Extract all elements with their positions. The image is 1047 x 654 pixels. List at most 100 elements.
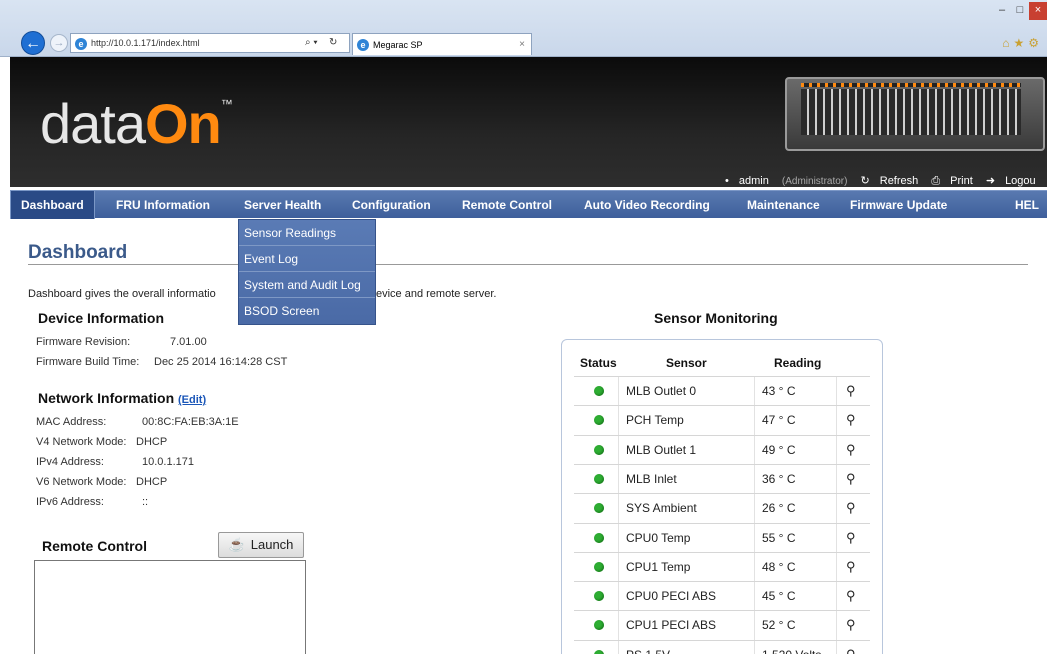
sensor-row: CPU1 Temp 48 ° C ⚲: [574, 551, 870, 582]
nav-maintenance[interactable]: Maintenance: [737, 191, 830, 219]
menu-event-log[interactable]: Event Log: [239, 246, 375, 272]
status-ok-icon: [594, 620, 604, 631]
browser-chrome: ← → e http://10.0.1.171/index.html ⌕ ▾ ↻…: [0, 0, 1047, 57]
sensor-reading: 45 ° C: [762, 589, 796, 604]
mac-row: MAC Address: 00:8C:FA:EB:3A:1E: [36, 416, 336, 428]
logout-icon[interactable]: ➜: [986, 175, 995, 187]
close-button[interactable]: ×: [1029, 2, 1047, 20]
nav-configuration[interactable]: Configuration: [342, 191, 441, 219]
tab-title: Megarac SP: [373, 40, 423, 50]
menu-system-audit-log[interactable]: System and Audit Log: [239, 272, 375, 298]
launch-button[interactable]: ☕ Launch: [218, 532, 304, 558]
address-bar[interactable]: e http://10.0.1.171/index.html ⌕ ▾ ↻: [70, 33, 350, 53]
sensor-panel: Status Sensor Reading MLB Outlet 0 43 ° C…: [561, 339, 883, 654]
sensor-reading: 52 ° C: [762, 618, 796, 633]
mac-label: MAC Address:: [36, 416, 107, 428]
sensor-reading: 47 ° C: [762, 413, 796, 428]
sensor-row: CPU0 Temp 55 ° C ⚲: [574, 522, 870, 553]
window-controls: – □ ×: [993, 0, 1047, 20]
nav-dashboard[interactable]: Dashboard: [10, 191, 95, 219]
status-ok-icon: [594, 444, 604, 455]
v4-mode-label: V4 Network Mode:: [36, 436, 127, 448]
v6-mode-label: V6 Network Mode:: [36, 476, 127, 488]
firmware-revision-row: Firmware Revision: 7.01.00: [36, 336, 336, 348]
sensor-name: MLB Inlet: [626, 471, 677, 486]
sensor-row: SYS Ambient 26 ° C ⚲: [574, 493, 870, 524]
back-arrow-icon[interactable]: ←: [21, 31, 45, 55]
magnify-icon[interactable]: ⚲: [846, 524, 856, 551]
sensor-name: SYS Ambient: [626, 501, 697, 516]
sensor-name: MLB Outlet 1: [626, 442, 697, 457]
home-star-icons[interactable]: ⌂★⚙: [1002, 36, 1043, 50]
sensor-reading: 49 ° C: [762, 442, 796, 457]
sensor-row: PS 1.5V 1.520 Volts ⚲: [574, 639, 870, 654]
remote-control-preview[interactable]: [34, 560, 306, 654]
reload-icon[interactable]: ↻: [329, 37, 337, 48]
status-ok-icon: [594, 415, 604, 426]
sensor-monitoring-title: Sensor Monitoring: [654, 310, 778, 326]
magnify-icon[interactable]: ⚲: [846, 465, 856, 492]
menu-bsod-screen[interactable]: BSOD Screen: [239, 298, 375, 324]
sensor-reading: 48 ° C: [762, 559, 796, 574]
nav-server-health[interactable]: Server Health: [234, 191, 331, 219]
sensor-row: CPU0 PECI ABS 45 ° C ⚲: [574, 581, 870, 612]
forward-arrow-icon[interactable]: →: [50, 34, 68, 52]
magnify-icon[interactable]: ⚲: [846, 582, 856, 609]
page-title: Dashboard: [28, 242, 128, 263]
sensor-name: PS 1.5V: [626, 641, 670, 654]
sensor-reading: 55 ° C: [762, 530, 796, 545]
status-ok-icon: [594, 561, 604, 572]
edit-network-link[interactable]: (Edit): [178, 394, 206, 406]
firmware-build-row: Firmware Build Time: Dec 25 2014 16:14:2…: [36, 356, 436, 368]
v6-mode-value: DHCP: [136, 476, 168, 488]
refresh-icon[interactable]: ↻: [861, 175, 870, 187]
browser-tab[interactable]: e Megarac SP ×: [352, 33, 532, 55]
nav-auto-video-recording[interactable]: Auto Video Recording: [574, 191, 720, 219]
magnify-icon[interactable]: ⚲: [846, 611, 856, 638]
main-nav: Dashboard FRU Information Server Health …: [10, 190, 1047, 219]
status-ok-icon: [594, 503, 604, 514]
ipv6-value: ::: [142, 496, 149, 508]
dataon-logo: dataOn™: [40, 92, 233, 155]
nav-help[interactable]: HEL: [1005, 191, 1047, 219]
sensor-name: CPU1 PECI ABS: [626, 618, 717, 633]
sensor-name: MLB Outlet 0: [626, 384, 697, 398]
server-health-dropdown: Sensor Readings Event Log System and Aud…: [238, 219, 376, 325]
nav-fru-information[interactable]: FRU Information: [106, 191, 220, 219]
page-description-tail: evice and remote server.: [376, 288, 497, 300]
sensor-reading: 1.520 Volts: [762, 641, 821, 654]
nav-remote-control[interactable]: Remote Control: [452, 191, 562, 219]
ipv6-row: IPv6 Address: ::: [36, 496, 336, 508]
search-icon[interactable]: ⌕ ▾: [305, 37, 318, 48]
status-ok-icon: [594, 532, 604, 543]
magnify-icon[interactable]: ⚲: [846, 436, 856, 463]
sensor-row: MLB Outlet 1 49 ° C ⚲: [574, 434, 870, 465]
menu-sensor-readings[interactable]: Sensor Readings: [239, 220, 375, 246]
page-description: Dashboard gives the overall informatio: [28, 288, 216, 300]
sensor-reading: 26 ° C: [762, 501, 796, 516]
magnify-icon[interactable]: ⚲: [846, 377, 856, 404]
title-divider: [28, 264, 1028, 265]
nav-firmware-update[interactable]: Firmware Update: [840, 191, 957, 219]
sensor-row: CPU1 PECI ABS 52 ° C ⚲: [574, 610, 870, 641]
print-link[interactable]: Print: [950, 175, 973, 187]
user-name: admin: [738, 175, 769, 187]
magnify-icon[interactable]: ⚲: [846, 406, 856, 433]
status-ok-icon: [594, 473, 604, 484]
tab-close-icon[interactable]: ×: [519, 39, 525, 50]
server-image: [785, 77, 1045, 151]
user-bar: • admin (Administrator) ↻ Refresh ⎙ Print ➜…: [725, 174, 1047, 188]
sensor-row: MLB Outlet 0 43 ° C ⚲: [574, 376, 870, 406]
ie-icon: e: [75, 38, 87, 50]
magnify-icon[interactable]: ⚲: [846, 553, 856, 580]
firmware-build-value: Dec 25 2014 16:14:28 CST: [154, 356, 288, 368]
magnify-icon[interactable]: ⚲: [846, 494, 856, 521]
print-icon[interactable]: ⎙: [931, 175, 940, 187]
refresh-link[interactable]: Refresh: [880, 175, 919, 187]
ipv6-label: IPv6 Address:: [36, 496, 104, 508]
maximize-button[interactable]: □: [1011, 2, 1029, 20]
logout-link[interactable]: Logou: [1005, 175, 1036, 187]
magnify-icon[interactable]: ⚲: [846, 641, 856, 654]
firmware-build-label: Firmware Build Time:: [36, 356, 140, 368]
minimize-button[interactable]: –: [993, 2, 1011, 20]
